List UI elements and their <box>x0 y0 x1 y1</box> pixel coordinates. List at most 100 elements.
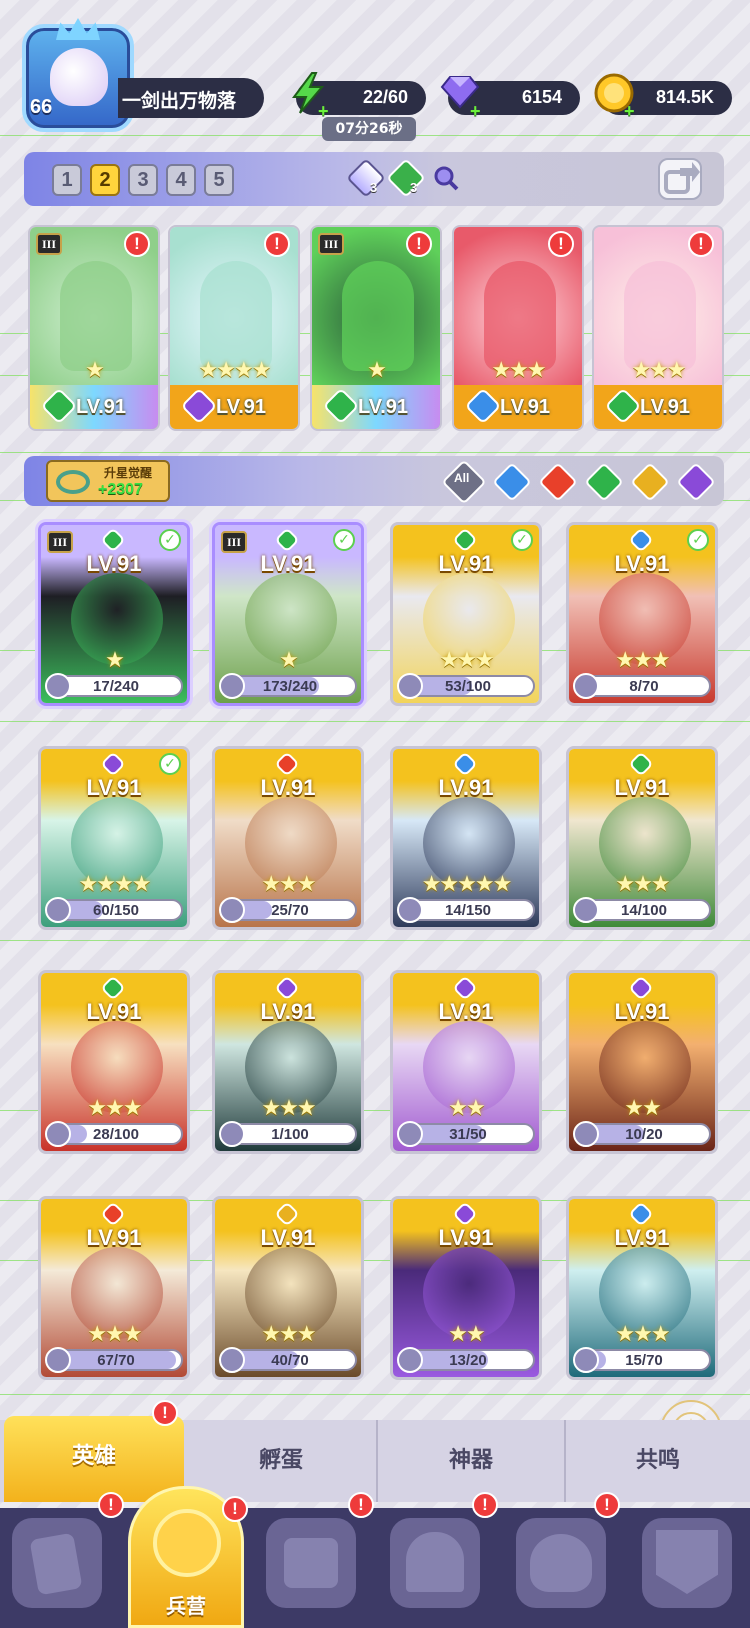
hero-card[interactable]: LV.91 ★★★ 15/70 <box>566 1196 718 1380</box>
hero-level: LV.91 <box>438 775 494 800</box>
shard-progress-bar: 1/100 <box>219 1121 357 1147</box>
shard-progress-bar: 10/20 <box>573 1121 711 1147</box>
player-profile[interactable]: 66 <box>12 18 144 136</box>
team-page-tab-5[interactable]: 5 <box>204 164 234 196</box>
star-rating: ★★★ <box>631 358 686 383</box>
hero-level: LV.91 <box>614 999 670 1024</box>
filter-dark-icon[interactable] <box>676 462 716 502</box>
star-rating: ★★★★★ <box>421 872 513 897</box>
awaken-button[interactable]: 升星觉醒 +2307 <box>46 460 170 502</box>
filter-fire-icon[interactable] <box>538 462 578 502</box>
hero-card[interactable]: LV.91 ★★★★★ 14/150 <box>390 746 542 930</box>
star-rating: ★★★ <box>439 648 494 673</box>
hero-level: LV.91 <box>86 999 142 1024</box>
tab-heroes[interactable]: 英雄 <box>4 1416 184 1502</box>
energy-resource[interactable]: + 22/60 <box>292 72 426 121</box>
shard-progress-bar: 14/150 <box>397 897 535 923</box>
shard-progress-bar: 40/70 <box>219 1347 357 1373</box>
player-name-pill[interactable]: 一剑出万物落 <box>118 78 264 118</box>
hero-level: LV.91 <box>260 551 316 576</box>
team-page-tab-1[interactable]: 1 <box>52 164 82 196</box>
check-icon: ✓ <box>511 529 533 551</box>
hero-level: LV.91 <box>260 775 316 800</box>
scan-line <box>0 940 750 941</box>
banner-icon <box>656 1530 718 1594</box>
hero-card[interactable]: LV.91 ★★★ 1/100 <box>212 970 364 1154</box>
player-name: 一剑出万物落 <box>122 90 237 112</box>
filter-wind-icon[interactable] <box>584 462 624 502</box>
hero-card[interactable]: LV.91 ★★★ 67/70 <box>38 1196 190 1380</box>
team-hero-card[interactable]: LV.91 ★! III <box>28 225 160 431</box>
team-page-tab-3[interactable]: 3 <box>128 164 158 196</box>
hero-card[interactable]: LV.91 ★★ 31/50 <box>390 970 542 1154</box>
hero-card[interactable]: LV.91 ★★ 10/20 <box>566 970 718 1154</box>
filter-water-icon[interactable] <box>492 462 532 502</box>
hero-level: LV.91 <box>614 775 670 800</box>
green-badge[interactable]: 3 <box>386 158 426 198</box>
filter-light-icon[interactable] <box>630 462 670 502</box>
star-rating: ★★★ <box>615 1322 670 1347</box>
hero-card[interactable]: LV.91 ★★★ 25/70 <box>212 746 364 930</box>
shard-progress-text: 53/100 <box>445 678 491 695</box>
share-button[interactable] <box>658 158 702 200</box>
team-page-tab-4[interactable]: 4 <box>166 164 196 196</box>
star-rating: ★ <box>367 358 387 383</box>
hero-figure <box>60 261 132 371</box>
team-hero-card[interactable]: LV.91 ★! III <box>310 225 442 431</box>
map-icon <box>284 1538 338 1588</box>
tab-artifact[interactable]: 神器 <box>376 1420 564 1502</box>
hero-level: LV.91 <box>86 775 142 800</box>
tier-badge: III <box>36 233 62 255</box>
crown-icon <box>56 18 100 40</box>
shard-progress-bar: 14/100 <box>573 897 711 923</box>
hero-card[interactable]: ✓ LV.91 ★★★ 53/100 <box>390 522 542 706</box>
hero-card[interactable]: ✓ III LV.91 ★ 17/240 <box>38 522 190 706</box>
hero-figure <box>624 261 696 371</box>
shard-progress-text: 67/70 <box>97 1352 135 1369</box>
shard-progress-bar: 60/150 <box>45 897 183 923</box>
nav-hatch-alert-badge: ! <box>594 1492 620 1518</box>
nav-map[interactable] <box>266 1518 356 1608</box>
hero-level: LV.91 <box>438 551 494 576</box>
search-icon[interactable] <box>432 164 460 192</box>
tab-hatch[interactable]: 孵蛋 <box>186 1420 376 1502</box>
nav-hatch[interactable] <box>516 1518 606 1608</box>
hero-figure <box>484 261 556 371</box>
filter-all[interactable]: All <box>441 459 487 505</box>
star-rating: ★★ <box>448 1322 485 1347</box>
shard-progress-text: 31/50 <box>449 1126 487 1143</box>
hero-card[interactable]: LV.91 ★★★ 40/70 <box>212 1196 364 1380</box>
nav-cards[interactable] <box>12 1518 102 1608</box>
green-gem-icon <box>386 158 426 198</box>
scan-line <box>0 452 750 453</box>
team-page-tab-2[interactable]: 2 <box>90 164 120 196</box>
hero-card[interactable]: LV.91 ★★★ 14/100 <box>566 746 718 930</box>
team-hero-card[interactable]: LV.91 ★★★! <box>592 225 724 431</box>
alert-badge: ! <box>124 231 150 257</box>
team-hero-card[interactable]: LV.91 ★★★★! <box>168 225 300 431</box>
hero-level: LV.91 <box>76 396 127 418</box>
scan-line <box>0 721 750 722</box>
gold-add-icon[interactable]: + <box>624 101 635 122</box>
shard-progress-bar: 173/240 <box>219 673 357 699</box>
nav-guild[interactable] <box>642 1518 732 1608</box>
gem-add-icon[interactable]: + <box>470 101 481 122</box>
nav-temple[interactable] <box>390 1518 480 1608</box>
tab-resonance[interactable]: 共鸣 <box>564 1420 750 1502</box>
tier-badge: III <box>318 233 344 255</box>
hero-card[interactable]: LV.91 ★★★ 28/100 <box>38 970 190 1154</box>
hero-level: LV.91 <box>260 1225 316 1250</box>
gold-resource[interactable]: + 814.5K <box>594 73 732 121</box>
alert-badge: ! <box>264 231 290 257</box>
hero-card[interactable]: ✓ LV.91 ★★★★ 60/150 <box>38 746 190 930</box>
star-rating: ★ <box>85 358 105 383</box>
check-icon: ✓ <box>159 529 181 551</box>
crystal-badge[interactable]: 3 <box>346 158 386 198</box>
team-hero-card[interactable]: LV.91 ★★★! <box>452 225 584 431</box>
star-rating: ★★★ <box>261 1322 316 1347</box>
gem-resource[interactable]: + 6154 <box>440 76 580 121</box>
energy-value: 22/60 <box>362 87 408 107</box>
hero-card[interactable]: ✓ III LV.91 ★ 173/240 <box>212 522 364 706</box>
hero-card[interactable]: ✓ LV.91 ★★★ 8/70 <box>566 522 718 706</box>
hero-card[interactable]: LV.91 ★★ 13/20 <box>390 1196 542 1380</box>
